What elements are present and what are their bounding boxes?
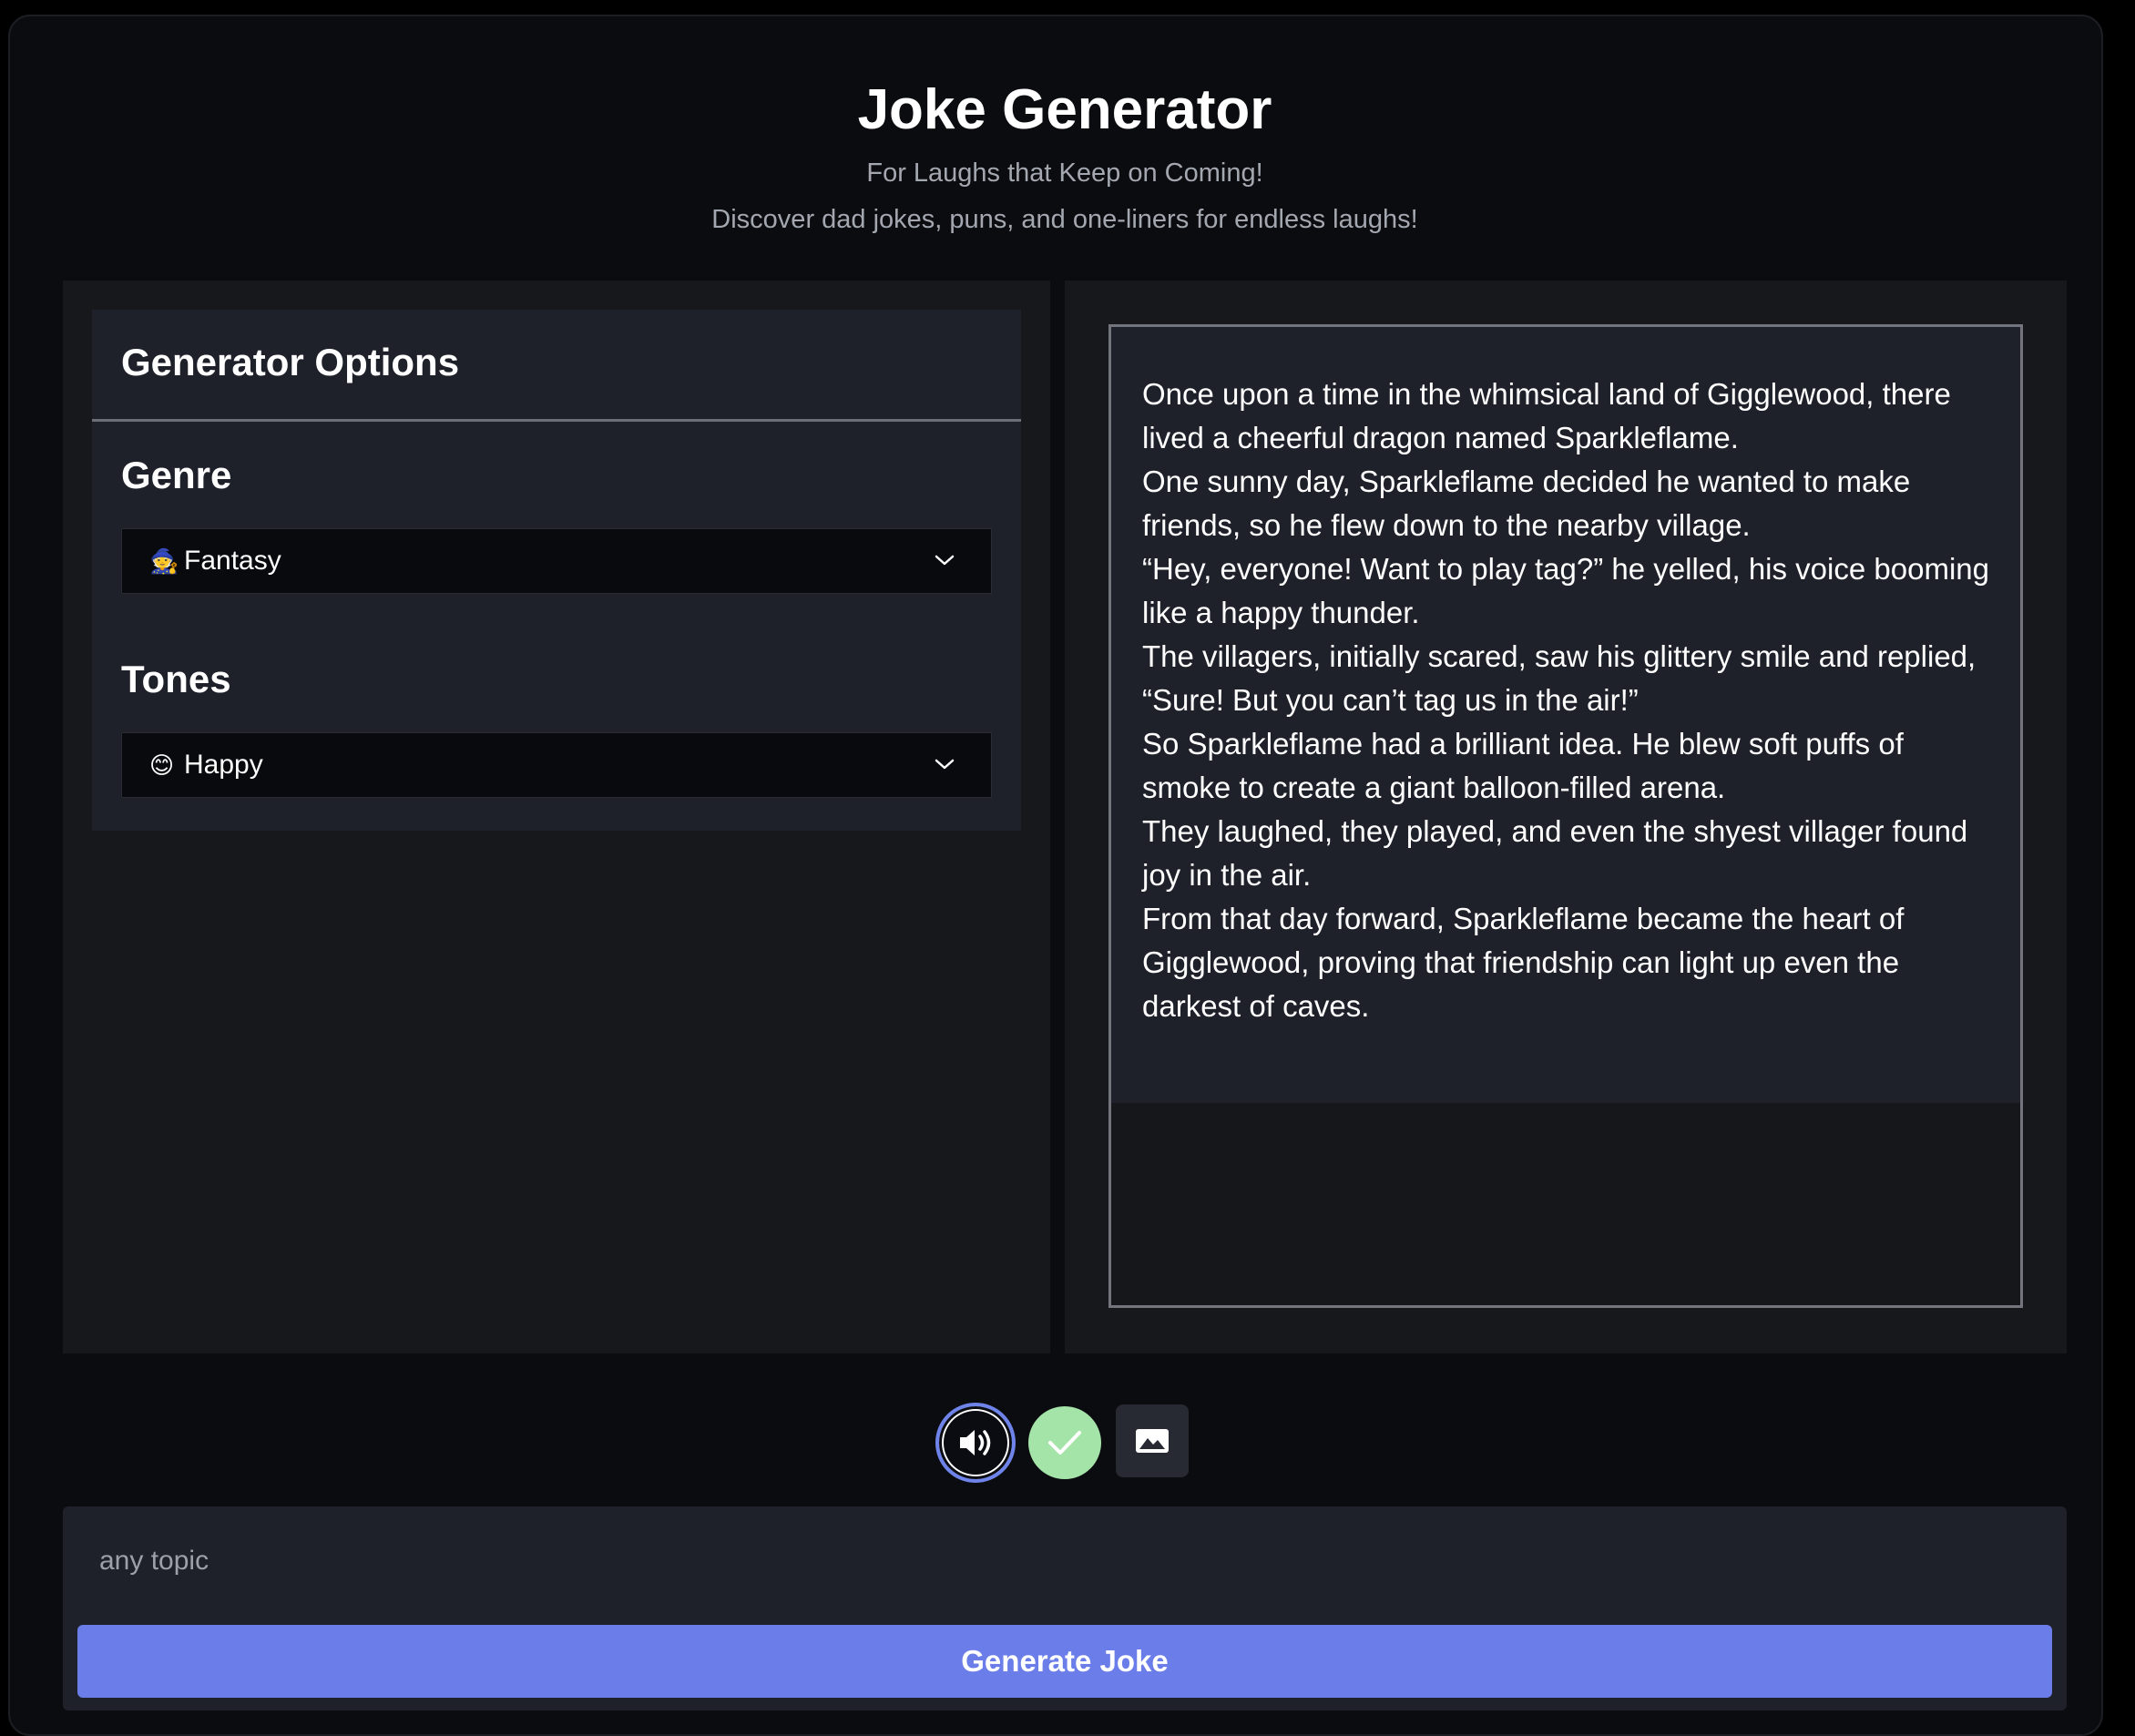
app-frame: Joke Generator For Laughs that Keep on C…	[8, 15, 2103, 1736]
smile-emoji-icon: 😊	[149, 751, 175, 779]
tones-select[interactable]: 😊 Happy	[121, 732, 992, 798]
joke-line: One sunny day, Sparkleflame decided he w…	[1142, 465, 1911, 542]
topic-bar: Generate Joke	[63, 1506, 2067, 1710]
tones-label: Tones	[121, 658, 231, 700]
options-title: Generator Options	[121, 341, 460, 383]
generate-image-button[interactable]	[1116, 1404, 1189, 1477]
speaker-icon	[960, 1430, 991, 1455]
image-icon	[1136, 1429, 1169, 1453]
checkmark-icon	[1048, 1431, 1081, 1455]
read-aloud-button[interactable]	[935, 1403, 1016, 1483]
genre-select[interactable]: 🧙 Fantasy	[121, 528, 992, 594]
options-divider	[92, 419, 1021, 422]
generate-joke-button[interactable]: Generate Joke	[77, 1625, 2052, 1698]
joke-line: “Sure! But you can’t tag us in the air!”	[1142, 683, 1639, 717]
genre-label: Genre	[121, 454, 232, 496]
tones-select-value: Happy	[184, 750, 263, 780]
action-buttons	[935, 1399, 1209, 1483]
genre-select-value: Fantasy	[184, 546, 281, 576]
output-panel: Once upon a time in the whimsical land o…	[1065, 281, 2067, 1353]
page-tagline: For Laughs that Keep on Coming!	[866, 158, 1263, 188]
joke-line: So Sparkleflame had a brilliant idea. He…	[1142, 727, 1904, 804]
page-subtitle: Discover dad jokes, puns, and one-liners…	[711, 205, 1418, 234]
joke-line: The villagers, initially scared, saw his…	[1142, 639, 1977, 673]
options-panel: Generator Options Genre 🧙 Fantasy Tones …	[63, 281, 1050, 1353]
joke-line: They laughed, they played, and even the …	[1142, 814, 1968, 892]
joke-line: From that day forward, Sparkleflame beca…	[1142, 902, 1905, 1023]
wizard-emoji-icon: 🧙	[149, 546, 179, 575]
topic-input[interactable]	[81, 1525, 2048, 1598]
options-card: Generator Options Genre 🧙 Fantasy Tones …	[92, 310, 1021, 831]
approve-button[interactable]	[1028, 1406, 1101, 1479]
joke-line: “Hey, everyone! Want to play tag?” he ye…	[1142, 552, 1989, 629]
joke-line: Once upon a time in the whimsical land o…	[1142, 377, 1951, 454]
page-title: Joke Generator	[857, 78, 1272, 141]
joke-text: Once upon a time in the whimsical land o…	[1111, 327, 2020, 1103]
chevron-down-icon	[935, 555, 955, 566]
chevron-down-icon	[935, 759, 955, 770]
header: Joke Generator For Laughs that Keep on C…	[10, 71, 2120, 244]
joke-output-box: Once upon a time in the whimsical land o…	[1108, 324, 2023, 1308]
